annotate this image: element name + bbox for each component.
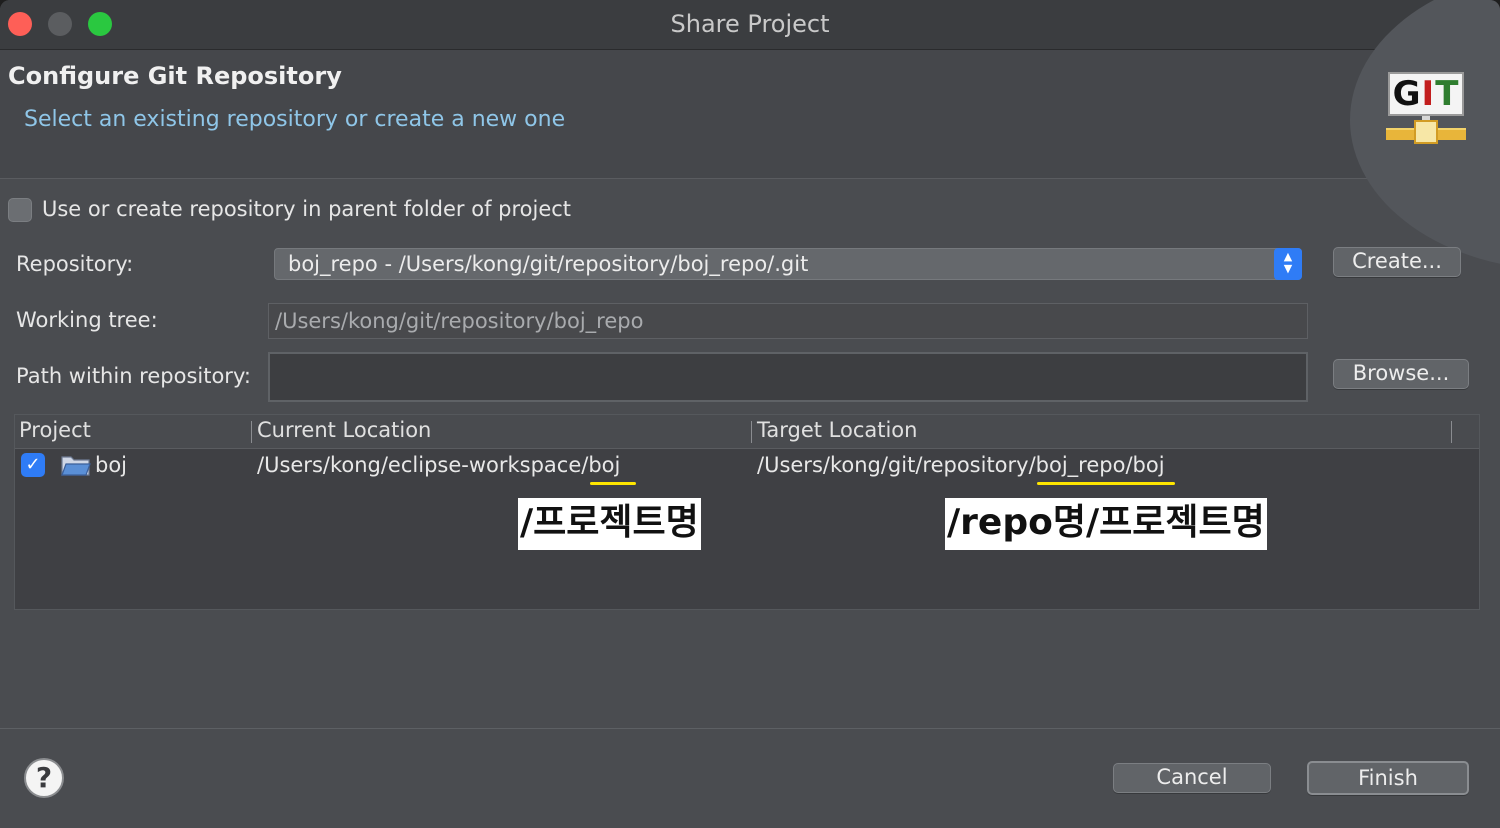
repository-select[interactable]: boj_repo - /Users/kong/git/repository/bo… xyxy=(274,248,1302,280)
parent-folder-checkbox-label[interactable]: Use or create repository in parent folde… xyxy=(42,197,571,221)
git-logo-icon: GIT xyxy=(1386,72,1466,152)
working-tree-label: Working tree: xyxy=(16,308,158,332)
target-location-underline xyxy=(1037,482,1175,485)
current-location-underline xyxy=(590,482,636,485)
wizard-header: Configure Git Repository Select an exist… xyxy=(0,0,1500,270)
window-title: Share Project xyxy=(670,10,830,38)
create-button[interactable]: Create... xyxy=(1333,247,1461,277)
project-folder-icon xyxy=(61,456,91,476)
parent-folder-checkbox[interactable] xyxy=(8,198,32,222)
column-header-project[interactable]: Project xyxy=(19,418,91,442)
project-name: boj xyxy=(95,453,128,477)
chevron-updown-icon[interactable]: ▲ ▼ xyxy=(1274,248,1302,280)
share-project-dialog: Share Project Configure Git Repository S… xyxy=(0,0,1500,828)
target-location-annotation: /repo명/프로젝트명 xyxy=(945,498,1267,550)
column-header-target-location[interactable]: Target Location xyxy=(757,418,917,442)
wizard-subtitle: Select an existing repository or create … xyxy=(24,107,566,132)
column-header-current-location[interactable]: Current Location xyxy=(257,418,431,442)
repository-label: Repository: xyxy=(16,252,134,276)
working-tree-field: /Users/kong/git/repository/boj_repo xyxy=(268,303,1308,339)
browse-button[interactable]: Browse... xyxy=(1333,359,1469,389)
project-row-checkbox[interactable]: ✓ xyxy=(21,453,45,477)
current-location-cell: /Users/kong/eclipse-workspace/boj xyxy=(257,453,621,477)
wizard-title: Configure Git Repository xyxy=(8,62,342,90)
path-within-repository-label: Path within repository: xyxy=(16,364,251,388)
cancel-button[interactable]: Cancel xyxy=(1113,763,1271,793)
git-logo-text: GIT xyxy=(1388,72,1464,116)
repository-select-value: boj_repo - /Users/kong/git/repository/bo… xyxy=(288,252,809,276)
table-row[interactable]: ✓ boj /Users/kong/eclipse-workspace/boj … xyxy=(15,449,1479,483)
target-location-cell: /Users/kong/git/repository/boj_repo/boj xyxy=(757,453,1165,477)
current-location-annotation: /프로젝트명 xyxy=(518,498,701,550)
title-bar: Share Project xyxy=(0,0,1500,50)
footer-divider xyxy=(0,728,1500,729)
finish-button[interactable]: Finish xyxy=(1307,761,1469,795)
path-within-repository-input[interactable] xyxy=(268,352,1308,402)
help-icon[interactable]: ? xyxy=(24,758,64,798)
table-header: Project Current Location Target Location xyxy=(15,415,1479,449)
